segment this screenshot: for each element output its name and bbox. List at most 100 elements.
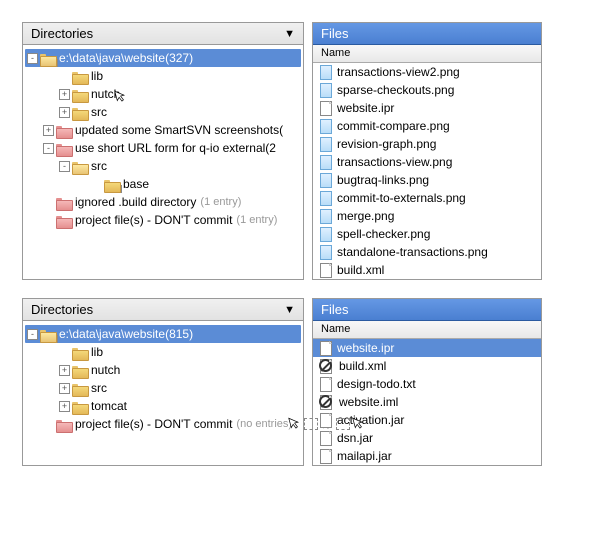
file-item[interactable]: design-todo.txt	[313, 375, 541, 393]
tree-item[interactable]: ignored .build directory (1 entry)	[25, 193, 301, 211]
collapse-icon[interactable]: -	[27, 53, 38, 64]
file-icon	[319, 395, 333, 409]
tree-item-count: (327)	[165, 51, 193, 65]
tree-item[interactable]: - ↗e:\data\java\website (815)	[25, 325, 301, 343]
tree-item[interactable]: project file(s) - DON'T commit(no entrie…	[25, 415, 301, 433]
directories-panel: Directories ▼ - ↗e:\data\java\website (81…	[22, 298, 304, 466]
file-item[interactable]: revision-graph.png	[313, 135, 541, 153]
directories-title: Directories	[31, 302, 93, 317]
directory-tree[interactable]: -↗e:\data\java\website (327)lib+nutch+sr…	[23, 45, 303, 233]
file-icon	[319, 227, 333, 241]
link-badge-icon: ↗	[114, 185, 122, 193]
tree-item-count: (815)	[165, 327, 193, 341]
file-item[interactable]: standalone-transactions.png	[313, 243, 541, 261]
tree-item[interactable]: lib	[25, 343, 301, 361]
changelist-folder-icon	[56, 418, 72, 431]
tree-item[interactable]: +nutch	[25, 85, 301, 103]
directory-tree[interactable]: -↗e:\data\java\website (815)lib+nutch+sr…	[23, 321, 303, 437]
tree-item-label: project file(s) - DON'T commit	[75, 417, 232, 431]
tree-item-label: lib	[91, 345, 103, 359]
file-icon	[319, 191, 333, 205]
file-item[interactable]: mailapi.jar	[313, 447, 541, 465]
files-column-header[interactable]: Name	[313, 45, 541, 63]
file-item[interactable]: merge.png	[313, 207, 541, 225]
directories-title: Directories	[31, 26, 93, 41]
files-header[interactable]: Files	[313, 23, 541, 45]
tree-item-hint: (1 entry)	[236, 214, 277, 226]
tree-item[interactable]: ↗base	[25, 175, 301, 193]
expand-icon[interactable]: +	[43, 125, 54, 136]
directories-header[interactable]: Directories ▼	[23, 23, 303, 45]
file-name: standalone-transactions.png	[337, 245, 488, 259]
tree-item[interactable]: -↗e:\data\java\website (327)	[25, 49, 301, 67]
dropdown-icon[interactable]: ▼	[284, 304, 295, 316]
file-name: build.xml	[339, 359, 386, 373]
link-badge-icon: ↗	[50, 335, 58, 343]
expand-icon[interactable]: +	[59, 383, 70, 394]
tree-item[interactable]: +src	[25, 103, 301, 121]
tree-item-label: src	[91, 381, 107, 395]
file-icon	[319, 137, 333, 151]
file-item[interactable]: transactions-view.png	[313, 153, 541, 171]
expand-icon[interactable]: +	[59, 365, 70, 376]
file-item[interactable]: build.xml	[313, 261, 541, 279]
expand-icon[interactable]: +	[59, 107, 70, 118]
tree-item-label: e:\data\java\website	[59, 327, 165, 341]
file-name: transactions-view2.png	[337, 65, 460, 79]
tree-item-label: base	[123, 177, 149, 191]
file-icon	[319, 155, 333, 169]
tree-item[interactable]: -use short URL form for q-io external (2	[25, 139, 301, 157]
collapse-icon[interactable]: -	[59, 161, 70, 172]
folder-icon	[72, 400, 88, 413]
file-item[interactable]: transactions-view2.png	[313, 63, 541, 81]
file-item[interactable]: spell-checker.png	[313, 225, 541, 243]
file-item[interactable]: bugtraq-links.png	[313, 171, 541, 189]
prohibit-icon	[319, 359, 332, 372]
tree-item[interactable]: + src	[25, 379, 301, 397]
changelist-folder-icon	[56, 124, 72, 137]
collapse-icon[interactable]: -	[27, 329, 38, 340]
tree-item[interactable]: +nutch	[25, 361, 301, 379]
file-icon	[319, 431, 333, 445]
changelist-folder-icon	[56, 214, 72, 227]
tree-item[interactable]: project file(s) - DON'T commit(1 entry)	[25, 211, 301, 229]
expand-icon[interactable]: +	[59, 89, 70, 100]
collapse-icon[interactable]: -	[43, 143, 54, 154]
file-icon	[319, 209, 333, 223]
file-item[interactable]: build.xml	[313, 357, 541, 375]
top-view: Directories ▼ -↗e:\data\java\website (32…	[22, 22, 591, 280]
tree-item-count: (	[279, 123, 283, 137]
file-list[interactable]: website.ipr build.xml design-todo.txt websi…	[313, 339, 541, 465]
directories-header[interactable]: Directories ▼	[23, 299, 303, 321]
tree-item[interactable]: lib	[25, 67, 301, 85]
file-name: bugtraq-links.png	[337, 173, 429, 187]
directories-panel: Directories ▼ -↗e:\data\java\website (32…	[22, 22, 304, 280]
file-item[interactable]: website.iml	[313, 393, 541, 411]
tree-item-count: (2	[265, 141, 276, 155]
file-item[interactable]: website.ipr	[313, 99, 541, 117]
tree-item-label: src	[91, 159, 107, 173]
file-item[interactable]: commit-to-externals.png	[313, 189, 541, 207]
tree-item[interactable]: +updated some SmartSVN screenshots (	[25, 121, 301, 139]
file-list[interactable]: transactions-view2.png sparse-checkouts.p…	[313, 63, 541, 279]
file-name: revision-graph.png	[337, 137, 436, 151]
tree-item[interactable]: +tomcat	[25, 397, 301, 415]
cursor-icon	[113, 87, 129, 107]
folder-icon	[72, 382, 88, 395]
file-item[interactable]: sparse-checkouts.png	[313, 81, 541, 99]
dropdown-icon[interactable]: ▼	[284, 28, 295, 40]
tree-item[interactable]: - src	[25, 157, 301, 175]
tree-item-hint: (1 entry)	[200, 196, 241, 208]
folder-icon	[72, 88, 88, 101]
file-name: website.iml	[339, 395, 398, 409]
file-name: design-todo.txt	[337, 377, 416, 391]
file-icon	[319, 449, 333, 463]
file-icon	[319, 359, 333, 373]
expand-icon[interactable]: +	[59, 401, 70, 412]
file-item[interactable]: website.ipr	[313, 339, 541, 357]
tree-item-label: ignored .build directory	[75, 195, 196, 209]
file-item[interactable]: commit-compare.png	[313, 117, 541, 135]
file-name: merge.png	[337, 209, 394, 223]
files-header[interactable]: Files	[313, 299, 541, 321]
files-column-header[interactable]: Name	[313, 321, 541, 339]
